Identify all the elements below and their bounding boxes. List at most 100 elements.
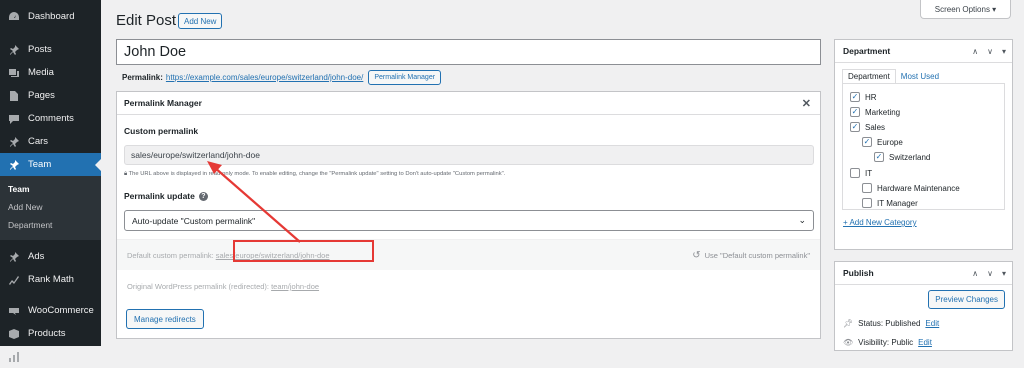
comment-icon <box>8 113 20 125</box>
checkbox[interactable]: ✓ <box>862 137 872 147</box>
category-list: ✓ HR ✓ Marketing ✓ Sales ✓ Europe ✓ Switzerla… <box>842 83 1005 210</box>
permalink-manager-panel: Permalink Manager ✕ Custom permalink sal… <box>116 91 821 339</box>
pin-icon <box>8 159 20 171</box>
dashboard-icon <box>8 11 20 23</box>
team-submenu: Team Add New Department <box>0 176 101 240</box>
box-icon <box>8 328 20 340</box>
sidebar-item-ads[interactable]: Ads <box>0 245 101 268</box>
checkbox[interactable] <box>862 183 872 193</box>
original-permalink-value[interactable]: team/john-doe <box>271 282 319 291</box>
category-label: Switzerland <box>889 152 931 162</box>
category-item[interactable]: IT <box>850 168 872 178</box>
permalink-row: Permalink: https://example.com/sales/eur… <box>122 70 442 85</box>
permalink-update-select[interactable]: Auto-update "Custom permalink" ⌄ <box>124 210 814 231</box>
sidebar-item-team[interactable]: Team <box>0 153 101 176</box>
manage-redirects-button[interactable]: Manage redirects <box>126 309 204 329</box>
category-label: Sales <box>865 122 886 132</box>
sidebar-item-rank-math[interactable]: Rank Math <box>0 268 101 291</box>
chevron-down-icon[interactable]: ∨ <box>987 269 993 278</box>
highlight-box <box>233 240 374 262</box>
category-tabs: Department Most Used <box>842 69 944 84</box>
permalink-update-label: Permalink update ? <box>124 191 208 201</box>
sidebar-item-cars[interactable]: Cars <box>0 130 101 153</box>
checkbox[interactable]: ✓ <box>874 152 884 162</box>
sidebar-item-pages[interactable]: Pages <box>0 84 101 107</box>
chevron-up-icon[interactable]: ∧ <box>972 269 978 278</box>
category-item[interactable]: Hardware Maintenance <box>862 183 960 193</box>
panel-header: Department ∧ ∨ ▾ <box>835 40 1012 63</box>
category-item[interactable]: ✓ Marketing <box>850 107 900 117</box>
checkbox[interactable]: ✓ <box>850 107 860 117</box>
pin-icon: 📌︎ <box>843 319 854 328</box>
sidebar-item-analytics[interactable]: Analytics <box>0 345 101 368</box>
category-label: IT <box>865 168 873 178</box>
media-icon <box>8 67 20 79</box>
preview-changes-button[interactable]: Preview Changes <box>928 290 1005 309</box>
original-permalink-label: Original WordPress permalink (redirected… <box>127 282 269 291</box>
category-item[interactable]: ✓ HR <box>850 92 877 102</box>
permalink-label: Permalink: <box>122 73 163 82</box>
sidebar-item-label: Analytics <box>28 351 67 362</box>
readonly-note-text: The URL above is displayed in read-only … <box>128 171 506 177</box>
sidebar-item-posts[interactable]: Posts <box>0 38 101 61</box>
status-edit-link[interactable]: Edit <box>925 319 939 328</box>
submenu-item-team[interactable]: Team <box>0 180 101 198</box>
permalink-update-text: Permalink update <box>124 191 195 201</box>
category-label: Marketing <box>865 107 901 117</box>
sidebar-item-label: Dashboard <box>28 11 75 22</box>
original-permalink-row: Original WordPress permalink (redirected… <box>127 282 319 291</box>
page-icon <box>8 90 20 102</box>
category-item[interactable]: ✓ Sales <box>850 122 885 132</box>
permalink-manager-button[interactable]: Permalink Manager <box>368 70 442 85</box>
checkbox[interactable] <box>862 198 872 208</box>
category-item[interactable]: ✓ Europe <box>862 137 903 147</box>
chevron-up-icon[interactable]: ∧ <box>972 47 978 56</box>
refresh-icon: ↺ <box>692 250 701 261</box>
toggle-icon[interactable]: ▾ <box>1002 269 1006 278</box>
sidebar-item-media[interactable]: Media <box>0 61 101 84</box>
panel-title: Publish <box>843 268 874 278</box>
status-row: 📌︎ Status: Published Edit <box>843 319 939 328</box>
permalink-link[interactable]: https://example.com/sales/europe/switzer… <box>166 73 363 82</box>
sidebar-item-label: Ads <box>28 251 45 262</box>
panel-header: Publish ∧ ∨ ▾ <box>835 262 1012 285</box>
readonly-note: 🔒︎ The URL above is displayed in read-on… <box>124 171 505 178</box>
category-item[interactable]: IT Manager <box>862 198 918 208</box>
default-permalink-row: Default custom permalink: sales/europe/s… <box>117 239 820 270</box>
checkbox[interactable]: ✓ <box>850 92 860 102</box>
use-default-button[interactable]: ↺ Use "Default custom permalink" <box>692 240 810 271</box>
panel-title: Department <box>843 46 891 56</box>
chart-icon <box>8 274 20 286</box>
page-title: Edit Post <box>116 12 177 29</box>
sidebar-item-label: Products <box>28 328 66 339</box>
admin-sidebar: Dashboard Posts Media Pages Comments Car… <box>0 0 101 362</box>
chevron-down-icon: ⌄ <box>798 215 806 225</box>
sidebar-item-label: Cars <box>28 136 49 147</box>
checkbox[interactable]: ✓ <box>850 122 860 132</box>
sidebar-item-label: Comments <box>28 113 74 124</box>
category-label: IT Manager <box>877 198 918 208</box>
sidebar-item-label: Rank Math <box>28 274 74 285</box>
category-item[interactable]: ✓ Switzerland <box>874 152 930 162</box>
department-panel: Department ∧ ∨ ▾ Department Most Used ✓ HR … <box>834 39 1013 250</box>
toggle-icon[interactable]: ▾ <box>1002 47 1006 56</box>
submenu-item-add-new[interactable]: Add New <box>0 198 101 216</box>
tab-department[interactable]: Department <box>842 69 896 84</box>
checkbox[interactable] <box>850 168 860 178</box>
sidebar-item-woocommerce[interactable]: WooCommerce <box>0 299 101 322</box>
chevron-down-icon[interactable]: ∨ <box>987 47 993 56</box>
sidebar-item-comments[interactable]: Comments <box>0 107 101 130</box>
close-icon[interactable]: ✕ <box>802 97 811 110</box>
help-icon[interactable]: ? <box>198 191 208 201</box>
submenu-item-department[interactable]: Department <box>0 216 101 234</box>
custom-permalink-input[interactable]: sales/europe/switzerland/john-doe <box>124 145 814 165</box>
sidebar-item-label: Posts <box>28 44 52 55</box>
sidebar-item-products[interactable]: Products <box>0 322 101 345</box>
add-new-button[interactable]: Add New <box>178 13 223 29</box>
post-title-input[interactable]: John Doe <box>116 39 821 65</box>
sidebar-item-dashboard[interactable]: Dashboard <box>0 5 101 28</box>
screen-options-button[interactable]: Screen Options ▾ <box>920 0 1011 19</box>
add-new-category-link[interactable]: + Add New Category <box>843 218 917 227</box>
select-value: Auto-update "Custom permalink" <box>132 215 256 226</box>
tab-most-used[interactable]: Most Used <box>896 69 944 84</box>
